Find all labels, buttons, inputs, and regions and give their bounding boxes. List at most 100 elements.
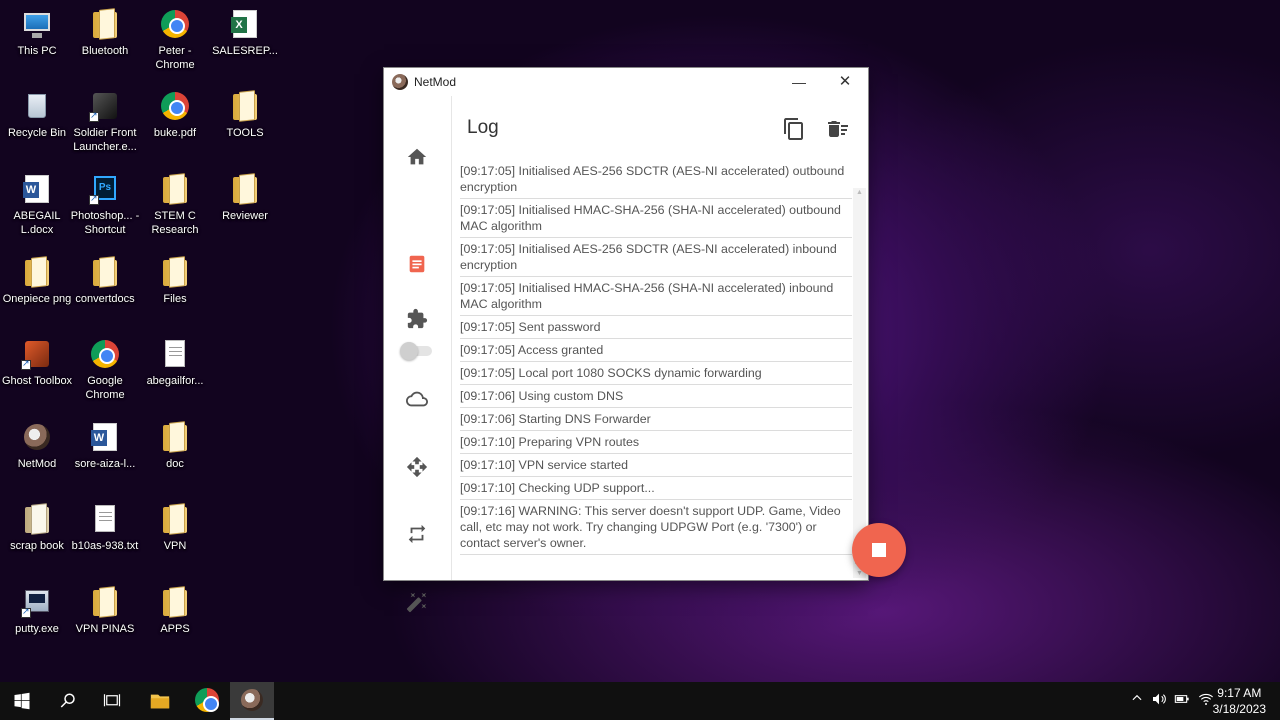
desktop-icon-label: SALESREP... <box>212 45 278 57</box>
desktop-icon-vpn[interactable]: VPN <box>138 499 212 575</box>
desktop-icon-netmod[interactable]: NetMod <box>0 417 74 493</box>
desktop-icon-label: APPS <box>160 623 190 635</box>
clock-time: 9:17 AM <box>1217 686 1262 700</box>
nav-plugin-icon[interactable] <box>406 308 432 334</box>
desktop-icon-b10as-txt[interactable]: b10as-938.txt <box>68 499 142 575</box>
stop-button[interactable] <box>852 523 906 577</box>
log-entry: [09:17:05] Sent password <box>460 316 852 339</box>
desktop-icon-label: Reviewer <box>222 210 268 222</box>
window-title: NetMod <box>414 75 457 89</box>
volume-icon[interactable] <box>1151 691 1167 710</box>
scroll-up-arrow-icon[interactable]: ▲ <box>855 188 864 197</box>
desktop-icon-abegailfor[interactable]: abegailfor... <box>138 334 212 410</box>
netmod-window: NetMod — ✕ Log [09:17:05] Initialised AE… <box>384 68 906 613</box>
netmod-app-icon <box>392 74 408 90</box>
nav-move-icon[interactable] <box>406 456 432 482</box>
desktop-icon-files[interactable]: Files <box>138 252 212 328</box>
nav-home-icon[interactable] <box>406 146 432 172</box>
desktop-icon-label: NetMod <box>17 458 57 470</box>
desktop-icon-stem-c-research[interactable]: STEM C Research <box>138 169 212 245</box>
log-entry: [09:17:16] WARNING: This server doesn't … <box>460 500 852 555</box>
folder-icon <box>21 503 53 535</box>
close-button[interactable]: ✕ <box>822 68 868 96</box>
log-header: Log <box>453 96 868 160</box>
chrome-taskbar-button[interactable] <box>184 682 228 720</box>
battery-icon[interactable] <box>1174 691 1190 710</box>
ghost-toolbox-icon <box>21 338 53 370</box>
desktop-icon-soldier-front[interactable]: Soldier Front Launcher.e... <box>68 86 142 162</box>
desktop-icon-label: convertdocs <box>75 293 135 305</box>
netmod-icon <box>241 689 263 711</box>
desktop-icon-label: Ghost Toolbox <box>1 375 73 387</box>
windows-logo-icon <box>14 692 30 710</box>
desktop-icon-peter-chrome[interactable]: Peter - Chrome <box>138 4 212 80</box>
desktop-icon-recycle-bin[interactable]: Recycle Bin <box>0 86 74 162</box>
log-entry: [09:17:10] Checking UDP support... <box>460 477 852 500</box>
scrollbar[interactable]: ▲ ▼ <box>853 188 866 578</box>
copy-icon[interactable] <box>782 117 806 141</box>
desktop-icon-label: putty.exe <box>15 623 59 635</box>
desktop-icon-scrap-book[interactable]: scrap book <box>0 499 74 575</box>
photoshop-icon: Ps <box>89 173 121 205</box>
folder-icon <box>89 8 121 40</box>
desktop-icon-vpn-pinas[interactable]: VPN PINAS <box>68 582 142 658</box>
excel-document-icon <box>229 8 261 40</box>
desktop-icon-reviewer[interactable]: Reviewer <box>208 169 282 245</box>
desktop-icon-apps[interactable]: APPS <box>138 582 212 658</box>
task-view-button[interactable] <box>90 682 134 720</box>
nav-cloud-icon[interactable] <box>406 388 432 414</box>
desktop-icon-label: sore-aiza-l... <box>74 458 136 470</box>
log-entry: [09:17:06] Starting DNS Forwarder <box>460 408 852 431</box>
netmod-icon <box>21 421 53 453</box>
show-hidden-icons-chevron-icon[interactable] <box>1130 691 1144 708</box>
word-document-icon <box>89 421 121 453</box>
desktop-icon-convertdocs[interactable]: convertdocs <box>68 252 142 328</box>
desktop-icon-google-chrome[interactable]: Google Chrome <box>68 334 142 410</box>
desktop-icon-ghost-toolbox[interactable]: Ghost Toolbox <box>0 334 74 410</box>
delete-sweep-icon[interactable] <box>826 117 850 141</box>
desktop-icon-this-pc[interactable]: This PC <box>0 4 74 80</box>
stop-icon <box>872 543 886 557</box>
desktop-icon-label: Google Chrome <box>85 375 125 401</box>
chrome-icon <box>159 8 191 40</box>
desktop-icon-bluetooth[interactable]: Bluetooth <box>68 4 142 80</box>
file-explorer-button[interactable] <box>138 682 182 720</box>
plugin-toggle[interactable] <box>400 342 432 360</box>
desktop-icon-label: This PC <box>17 45 57 57</box>
nav-repeat-icon[interactable] <box>406 523 432 549</box>
netmod-taskbar-button[interactable] <box>230 682 274 720</box>
desktop-icon-label: doc <box>166 458 184 470</box>
desktop-icon-label: Peter - Chrome <box>155 45 195 71</box>
search-button[interactable] <box>46 682 90 720</box>
search-icon <box>60 693 75 708</box>
desktop-icon-photoshop[interactable]: Ps Photoshop... - Shortcut <box>68 169 142 245</box>
nav-magic-wand-icon[interactable] <box>406 591 432 617</box>
folder-icon <box>159 503 191 535</box>
log-page: Log [09:17:05] Initialised AES-256 SDCTR… <box>453 96 906 580</box>
desktop-icon-onepiece[interactable]: Onepiece png <box>0 252 74 328</box>
task-view-icon <box>103 694 121 707</box>
nav-log-icon[interactable] <box>406 253 432 279</box>
desktop-icon-label: Files <box>163 293 187 305</box>
start-button[interactable] <box>0 682 44 720</box>
toggle-thumb <box>400 342 418 360</box>
clock[interactable]: 9:17 AM 3/18/2023 <box>1213 685 1266 717</box>
desktop-icon-sore-aiza[interactable]: sore-aiza-l... <box>68 417 142 493</box>
desktop-icon-buke-pdf[interactable]: buke.pdf <box>138 86 212 162</box>
desktop-icon-putty[interactable]: putty.exe <box>0 582 74 658</box>
log-entry: [09:17:05] Initialised HMAC-SHA-256 (SHA… <box>460 199 852 238</box>
title-bar[interactable]: NetMod — ✕ <box>384 68 868 96</box>
desktop-icon-salesrep[interactable]: SALESREP... <box>208 4 282 80</box>
desktop-icon-doc[interactable]: doc <box>138 417 212 493</box>
text-file-icon <box>159 338 191 370</box>
computer-icon <box>21 8 53 40</box>
wifi-icon[interactable] <box>1198 691 1214 710</box>
minimize-button[interactable]: — <box>776 68 822 96</box>
log-entry: [09:17:05] Initialised AES-256 SDCTR (AE… <box>460 160 852 199</box>
desktop-icon-abegail-docx[interactable]: ABEGAIL L.docx <box>0 169 74 245</box>
folder-icon <box>229 90 261 122</box>
log-list[interactable]: [09:17:05] Initialised AES-256 SDCTR (AE… <box>453 160 852 580</box>
desktop-icon-label: Bluetooth <box>81 45 129 57</box>
desktop-icon-tools[interactable]: TOOLS <box>208 86 282 162</box>
clock-date: 3/18/2023 <box>1212 702 1266 716</box>
